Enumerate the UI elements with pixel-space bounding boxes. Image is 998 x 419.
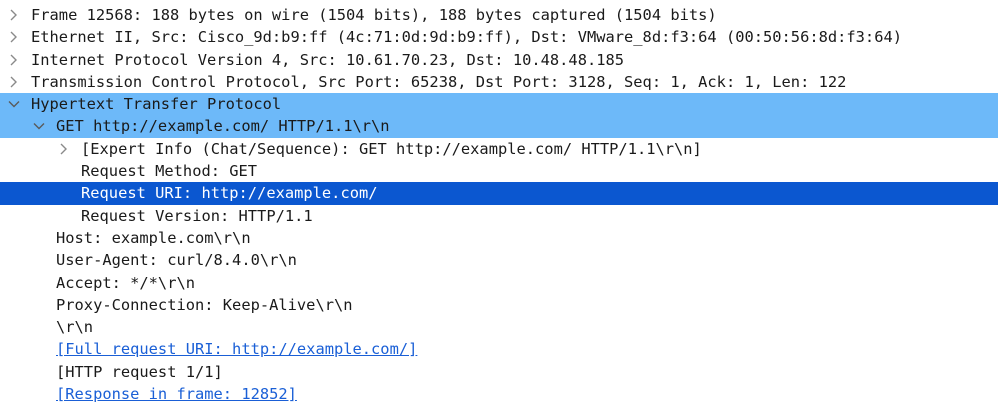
tree-item-crlf[interactable]: \r\n <box>0 316 998 338</box>
tree-item-label: Frame 12568: 188 bytes on wire (1504 bit… <box>31 6 717 24</box>
tree-item-label: Transmission Control Protocol, Src Port:… <box>31 72 847 91</box>
tree-item-ip[interactable]: Internet Protocol Version 4, Src: 10.61.… <box>0 49 998 71</box>
tree-item-label: Proxy-Connection: Keep-Alive\r\n <box>56 295 353 314</box>
tree-item-label: Request URI: http://example.com/ <box>81 184 378 203</box>
packet-details-tree: Frame 12568: 188 bytes on wire (1504 bit… <box>0 0 998 405</box>
full-request-uri-link[interactable]: [Full request URI: http://example.com/] <box>56 338 417 360</box>
tree-item-accept[interactable]: Accept: */*\r\n <box>0 272 998 294</box>
tree-item-host[interactable]: Host: example.com\r\n <box>0 227 998 249</box>
tree-item-request-method[interactable]: Request Method: GET <box>0 160 998 182</box>
tree-item-get-line[interactable]: GET http://example.com/ HTTP/1.1\r\n <box>0 115 998 138</box>
chevron-right-icon[interactable] <box>6 71 20 93</box>
tree-item-label: Host: example.com\r\n <box>56 228 251 247</box>
tree-item-request-uri[interactable]: Request URI: http://example.com/ <box>0 182 998 205</box>
chevron-down-icon[interactable] <box>31 115 45 137</box>
chevron-down-icon[interactable] <box>6 93 20 115</box>
tree-item-full-request-uri[interactable]: [Full request URI: http://example.com/] <box>0 338 998 360</box>
tree-item-http[interactable]: Hypertext Transfer Protocol <box>0 93 998 116</box>
tree-item-label: Request Version: HTTP/1.1 <box>81 206 313 225</box>
tree-item-label: GET http://example.com/ HTTP/1.1\r\n <box>56 117 390 136</box>
tree-item-response-in-frame[interactable]: [Response in frame: 12852] <box>0 383 998 405</box>
tree-item-proxy-connection[interactable]: Proxy-Connection: Keep-Alive\r\n <box>0 294 998 316</box>
tree-item-user-agent[interactable]: User-Agent: curl/8.4.0\r\n <box>0 249 998 271</box>
tree-item-request-version[interactable]: Request Version: HTTP/1.1 <box>0 205 998 227</box>
tree-item-label: User-Agent: curl/8.4.0\r\n <box>56 251 297 270</box>
tree-item-label: \r\n <box>56 318 94 337</box>
chevron-right-icon[interactable] <box>6 26 20 48</box>
tree-item-frame[interactable]: Frame 12568: 188 bytes on wire (1504 bit… <box>0 4 998 26</box>
chevron-right-icon[interactable] <box>6 4 20 26</box>
tree-item-tcp[interactable]: Transmission Control Protocol, Src Port:… <box>0 71 998 93</box>
tree-item-label: Hypertext Transfer Protocol <box>31 95 282 114</box>
chevron-right-icon[interactable] <box>6 49 20 71</box>
tree-item-label: Internet Protocol Version 4, Src: 10.61.… <box>31 50 625 69</box>
tree-item-label: Accept: */*\r\n <box>56 273 195 292</box>
tree-item-label: Request Method: GET <box>81 162 258 181</box>
tree-item-label: [Expert Info (Chat/Sequence): GET http:/… <box>81 139 702 158</box>
chevron-right-icon[interactable] <box>56 138 70 160</box>
tree-item-http-request[interactable]: [HTTP request 1/1] <box>0 361 998 383</box>
response-in-frame-link[interactable]: [Response in frame: 12852] <box>56 383 297 405</box>
tree-item-expert-info[interactable]: [Expert Info (Chat/Sequence): GET http:/… <box>0 138 998 160</box>
tree-item-label: [HTTP request 1/1] <box>56 362 223 381</box>
tree-item-label: Ethernet II, Src: Cisco_9d:b9:ff (4c:71:… <box>31 28 902 47</box>
tree-item-ethernet[interactable]: Ethernet II, Src: Cisco_9d:b9:ff (4c:71:… <box>0 26 998 48</box>
